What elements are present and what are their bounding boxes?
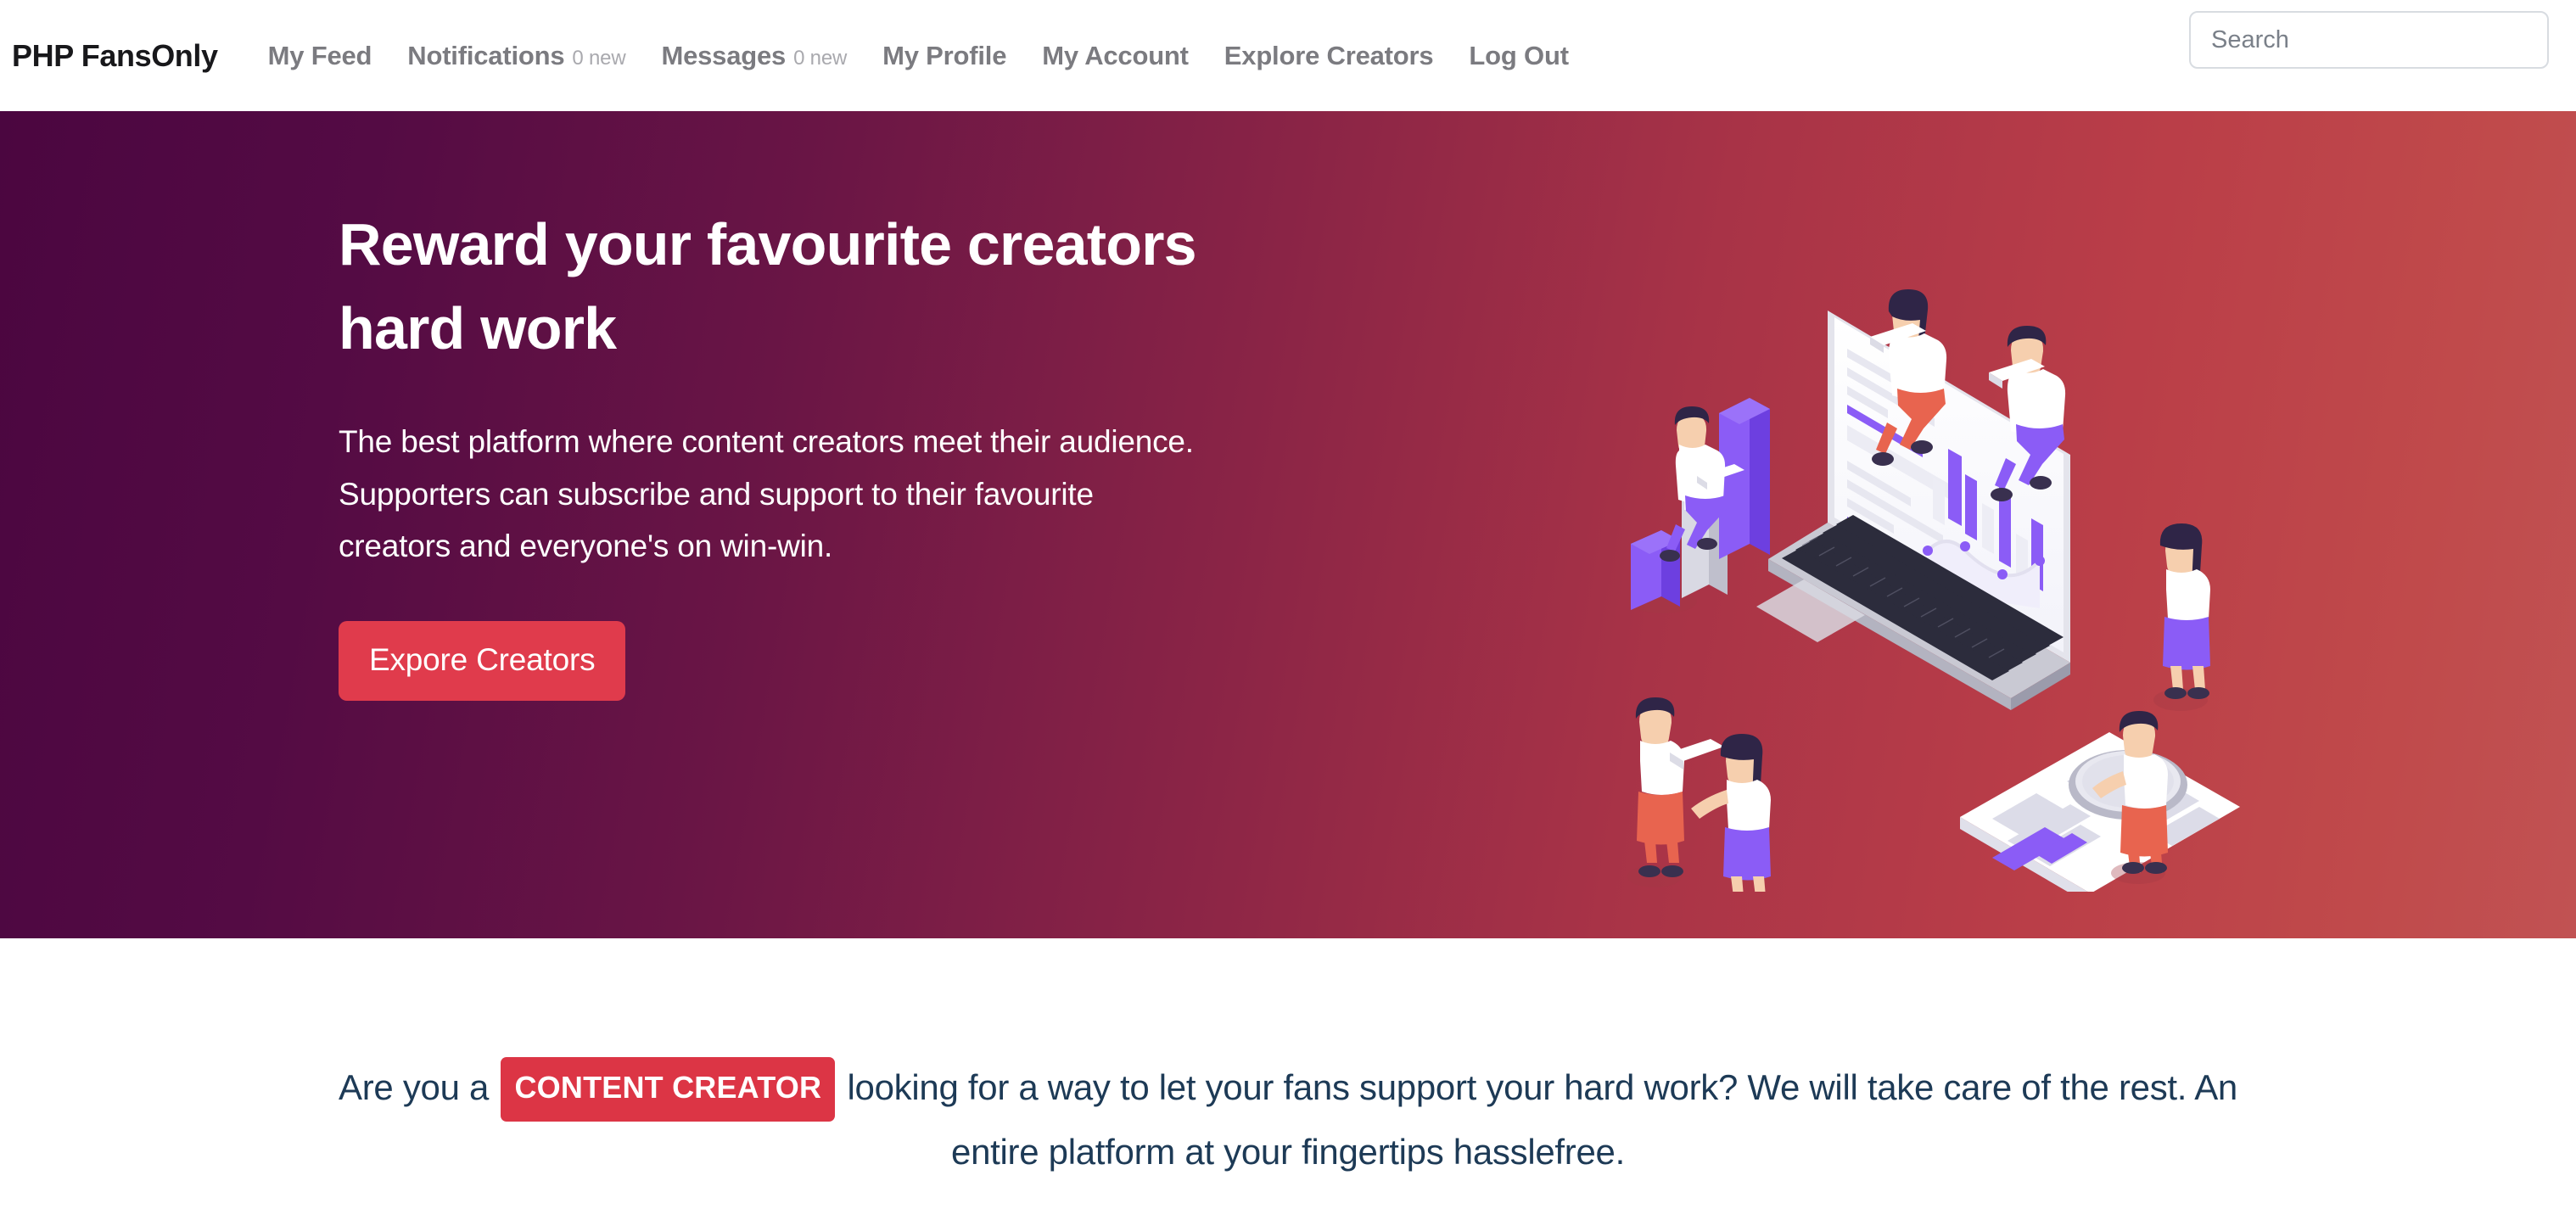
hero-title-line-2: hard work xyxy=(339,295,617,362)
nav-item-my-profile[interactable]: My Profile xyxy=(865,41,1024,71)
search-input[interactable] xyxy=(2189,11,2549,69)
promo-section: Are you a CONTENT CREATOR looking for a … xyxy=(0,938,2576,1220)
nav-item-explore-creators[interactable]: Explore Creators xyxy=(1207,41,1452,71)
hero-copy: Reward your favourite creators hard work… xyxy=(339,203,1289,702)
nav-label-explore-creators: Explore Creators xyxy=(1224,40,1434,70)
nav-label-log-out: Log Out xyxy=(1469,40,1569,70)
messages-count-badge: 0 new xyxy=(793,46,848,70)
hero-title: Reward your favourite creators hard work xyxy=(339,203,1289,372)
nav-item-notifications[interactable]: Notifications 0 new xyxy=(389,41,643,71)
person-standing-bottom-left-2 xyxy=(1691,734,1771,892)
person-standing-right xyxy=(2153,523,2210,711)
promo-text-after: looking for a way to let your fans suppo… xyxy=(847,1067,2238,1172)
hero-section: Reward your favourite creators hard work… xyxy=(0,111,2576,938)
nav-links: My Feed Notifications 0 new Messages 0 n… xyxy=(250,41,1587,71)
content-creator-badge: CONTENT CREATOR xyxy=(501,1057,836,1122)
nav-label-notifications: Notifications xyxy=(407,40,565,70)
hero-title-line-1: Reward your favourite creators xyxy=(339,211,1197,277)
hero-paragraph: The best platform where content creators… xyxy=(339,423,1194,564)
nav-label-my-feed: My Feed xyxy=(267,40,372,70)
hero-illustration xyxy=(1595,264,2274,892)
nav-label-my-profile: My Profile xyxy=(882,40,1007,70)
nav-item-my-feed[interactable]: My Feed xyxy=(250,41,390,71)
nav-item-messages[interactable]: Messages 0 new xyxy=(643,41,865,71)
nav-label-my-account: My Account xyxy=(1042,40,1189,70)
search-container xyxy=(2189,11,2549,69)
notifications-count-badge: 0 new xyxy=(572,46,626,70)
document-with-magnifier xyxy=(1960,732,2240,892)
promo-text-before: Are you a xyxy=(339,1067,490,1107)
nav-item-my-account[interactable]: My Account xyxy=(1024,41,1207,71)
brand-logo[interactable]: PHP FansOnly xyxy=(12,38,218,74)
promo-text: Are you a CONTENT CREATOR looking for a … xyxy=(316,1057,2260,1220)
person-standing-bottom-left xyxy=(1627,697,1724,887)
nav-label-messages: Messages xyxy=(661,40,787,70)
explore-creators-button[interactable]: Expore Creators xyxy=(339,621,626,702)
top-navbar: PHP FansOnly My Feed Notifications 0 new… xyxy=(0,0,2576,111)
nav-item-log-out[interactable]: Log Out xyxy=(1451,41,1586,71)
